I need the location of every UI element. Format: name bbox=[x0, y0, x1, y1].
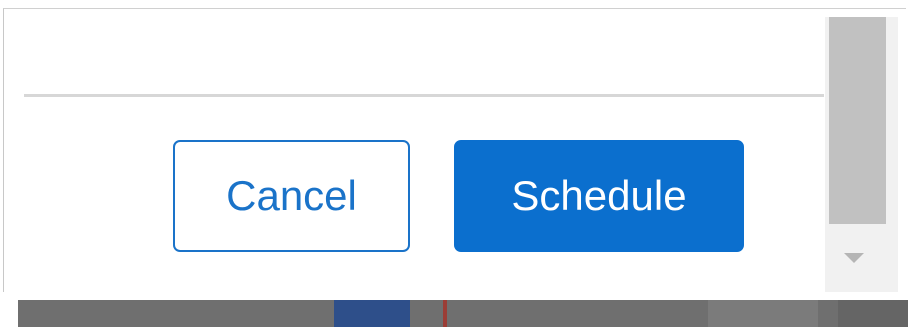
background-segment bbox=[708, 300, 818, 327]
background-segment bbox=[443, 300, 447, 327]
page: Cancel Schedule bbox=[0, 0, 908, 327]
background-segment bbox=[334, 300, 410, 327]
scroll-down-icon[interactable] bbox=[839, 247, 869, 269]
triangle-down-icon bbox=[844, 253, 864, 263]
cancel-button[interactable]: Cancel bbox=[173, 140, 410, 252]
vertical-scrollbar[interactable] bbox=[825, 17, 898, 292]
dialog-divider bbox=[24, 94, 824, 97]
schedule-dialog: Cancel Schedule bbox=[3, 8, 906, 292]
background-app-strip bbox=[18, 300, 908, 327]
scrollbar-thumb[interactable] bbox=[829, 17, 886, 224]
schedule-button[interactable]: Schedule bbox=[454, 140, 744, 252]
background-segment bbox=[838, 300, 908, 327]
